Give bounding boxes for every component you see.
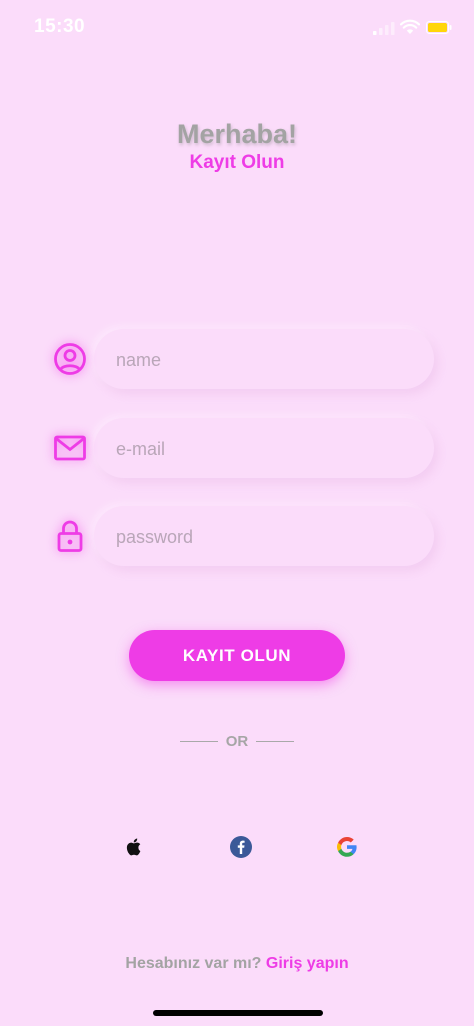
battery-icon (426, 21, 452, 34)
mail-icon (54, 435, 86, 461)
page-subtitle: Kayıt Olun (189, 152, 285, 173)
home-indicator (153, 1010, 323, 1016)
password-input[interactable] (114, 520, 418, 554)
status-time: 15:30 (34, 16, 86, 37)
email-field-row (44, 418, 434, 478)
name-input[interactable] (114, 343, 418, 377)
email-input[interactable] (114, 432, 418, 466)
cellular-signal-icon (373, 22, 395, 35)
password-field-row (44, 506, 434, 566)
google-icon[interactable] (335, 835, 359, 859)
login-link[interactable]: Giriş yapın (266, 955, 349, 972)
user-circle-icon (54, 343, 86, 375)
or-divider: OR (180, 732, 294, 752)
wifi-icon (400, 19, 420, 34)
facebook-icon[interactable] (229, 835, 253, 859)
name-field-row (44, 329, 434, 389)
divider-line-right (256, 741, 294, 742)
page-title: Merhaba! (176, 119, 298, 149)
login-prompt: Hesabınız var mı? Giriş yapın (0, 955, 474, 973)
signup-button[interactable]: KAYIT OLUN (129, 630, 345, 681)
apple-icon[interactable] (122, 835, 146, 859)
login-prompt-text: Hesabınız var mı? (125, 955, 262, 972)
status-bar: 15:30 (0, 0, 474, 56)
lock-icon (57, 520, 83, 552)
